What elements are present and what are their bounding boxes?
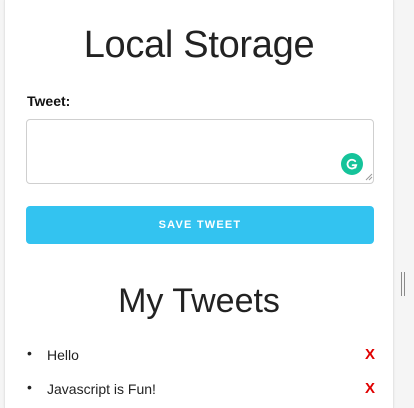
remove-tweet-button[interactable]: X [365, 380, 375, 397]
resize-handle-icon[interactable] [365, 173, 373, 181]
tweet-label: Tweet: [27, 93, 71, 109]
tweet-text: Javascript is Fun! [47, 381, 156, 397]
scrollbar-grip-icon[interactable] [400, 272, 406, 296]
app-card: Local Storage Tweet: SAVE TWEET My Tweet… [4, 0, 394, 408]
tweet-text: Hello [47, 347, 79, 363]
save-tweet-button[interactable]: SAVE TWEET [26, 206, 374, 244]
grammarly-g-glyph [346, 158, 358, 170]
bullet-icon: • [27, 345, 32, 361]
tweet-input[interactable] [26, 119, 374, 184]
my-tweets-heading: My Tweets [118, 282, 280, 320]
grammarly-icon[interactable] [341, 153, 363, 175]
tweet-list: • Hello X • Javascript is Fun! X [5, 338, 393, 406]
tweet-list-item: • Javascript is Fun! X [5, 372, 393, 406]
tweet-list-item: • Hello X [5, 338, 393, 372]
bullet-icon: • [27, 379, 32, 395]
remove-tweet-button[interactable]: X [365, 346, 375, 363]
page-title: Local Storage [83, 24, 315, 66]
